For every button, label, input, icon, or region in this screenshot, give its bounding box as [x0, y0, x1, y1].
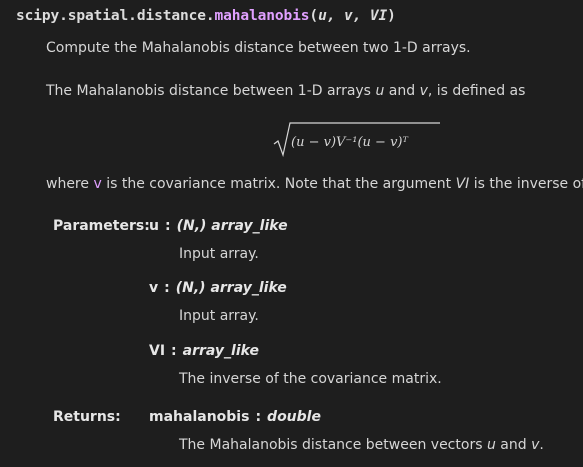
param-v-name: v — [149, 280, 159, 296]
return-desc-prefix: The Mahalanobis distance between vectors — [179, 437, 487, 453]
param-v-sep: : — [164, 280, 170, 296]
return-desc-and: and — [495, 437, 532, 453]
return-name: mahalanobis — [149, 409, 250, 425]
param-vi: VI: array_like — [149, 343, 259, 359]
param-u-type: (N,) array_like — [176, 218, 288, 234]
param-vi-name: VI — [149, 343, 166, 359]
definition-v: v — [419, 83, 428, 99]
definition-text: The Mahalanobis distance between 1-D arr… — [46, 83, 525, 99]
note-middle2: is the inverse of — [469, 176, 583, 192]
mahalanobis-formula: (u − v)V⁻¹(u − v)ᵀ — [273, 122, 440, 158]
note-v: v — [93, 176, 102, 192]
signature-open-paren: ( — [309, 8, 319, 24]
signature-params: u, v, VI — [318, 8, 388, 24]
param-u: u: (N,) array_like — [149, 218, 288, 234]
return-desc: The Mahalanobis distance between vectors… — [179, 437, 544, 453]
summary-text: Compute the Mahalanobis distance between… — [46, 40, 471, 56]
param-v-desc: Input array. — [179, 308, 259, 324]
param-u-desc: Input array. — [179, 246, 259, 262]
note-middle: is the covariance matrix. Note that the … — [101, 176, 456, 192]
return-desc-suffix: . — [539, 437, 544, 453]
param-vi-desc: The inverse of the covariance matrix. — [179, 371, 442, 387]
param-vi-sep: : — [171, 343, 177, 359]
note-vi: VI — [455, 176, 470, 192]
signature-close-paren: ) — [387, 8, 396, 24]
docstring-tooltip: scipy.spatial.distance.mahalanobis(u, v,… — [0, 0, 583, 467]
returns-label: Returns: — [53, 409, 121, 425]
signature-function-name: mahalanobis — [214, 8, 310, 24]
param-v-type: (N,) array_like — [175, 280, 287, 296]
note-text: where v is the covariance matrix. Note t… — [46, 176, 583, 192]
return-type: double — [267, 409, 321, 425]
definition-suffix: , is defined as — [427, 83, 526, 99]
definition-and: and — [384, 83, 420, 99]
param-u-name: u — [149, 218, 159, 234]
return-desc-u: u — [486, 437, 496, 453]
signature-module: scipy.spatial.distance. — [16, 8, 215, 24]
definition-prefix: The Mahalanobis distance between 1-D arr… — [46, 83, 376, 99]
definition-u: u — [375, 83, 385, 99]
return-value: mahalanobis: double — [149, 409, 321, 425]
parameters-label: Parameters: — [53, 218, 150, 234]
function-signature: scipy.spatial.distance.mahalanobis(u, v,… — [16, 8, 396, 24]
param-vi-type: array_like — [182, 343, 259, 359]
note-prefix: where — [46, 176, 94, 192]
return-sep: : — [255, 409, 262, 425]
param-v: v: (N,) array_like — [149, 280, 287, 296]
formula-text: (u − v)V⁻¹(u − v)ᵀ — [291, 135, 408, 150]
param-u-sep: : — [164, 218, 171, 234]
